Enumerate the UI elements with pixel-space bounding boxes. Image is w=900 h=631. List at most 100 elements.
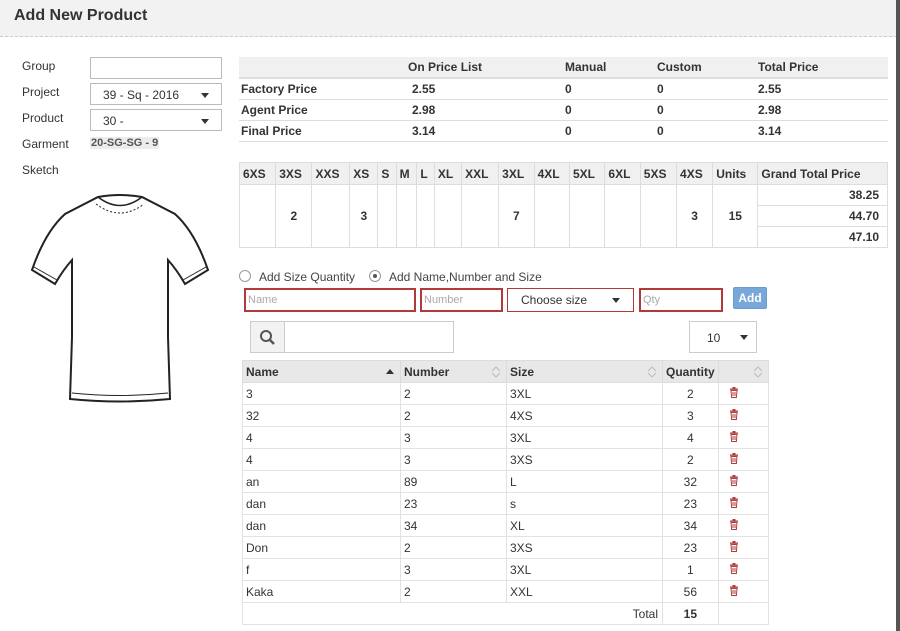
price-header-row: On Price List Manual Custom Total Price bbox=[239, 57, 888, 79]
size-header: XXS bbox=[311, 162, 351, 185]
name-cell: 4 bbox=[242, 426, 401, 449]
name-cell: Kaka bbox=[242, 580, 401, 603]
sort-icon bbox=[754, 366, 762, 378]
table-row: dan 23 s 23 bbox=[242, 492, 770, 515]
size-header: Units bbox=[712, 162, 759, 185]
column-header-label: Size bbox=[510, 364, 535, 379]
size-header: 3XS bbox=[275, 162, 313, 185]
price-cell: Agent Price bbox=[239, 99, 406, 121]
size-cell: 4XS bbox=[506, 404, 663, 427]
search-box[interactable] bbox=[250, 321, 454, 353]
size-qty-cell bbox=[395, 184, 418, 248]
quantity-cell: 32 bbox=[662, 470, 719, 493]
actions-cell bbox=[717, 514, 770, 537]
size-header: M bbox=[395, 162, 418, 185]
add-size-quantity-radio[interactable] bbox=[239, 270, 251, 282]
size-header: XL bbox=[433, 162, 463, 185]
table-row: an 89 L 32 bbox=[242, 470, 770, 493]
size-qty-cell: 15 bbox=[712, 184, 759, 248]
add-name-number-size-label[interactable]: Add Name,Number and Size bbox=[389, 270, 542, 284]
trash-icon[interactable] bbox=[729, 496, 739, 511]
trash-icon[interactable] bbox=[729, 430, 739, 445]
product-select[interactable]: 30 - bbox=[90, 109, 222, 131]
project-select[interactable]: 39 - Sq - 2016 bbox=[90, 83, 222, 105]
price-cell: 0 bbox=[563, 99, 655, 121]
size-cell: 3XL bbox=[506, 382, 663, 405]
size-header: 6XL bbox=[604, 162, 641, 185]
column-header-quantity[interactable]: Quantity bbox=[662, 360, 719, 383]
sort-asc-icon bbox=[386, 369, 394, 374]
size-qty-cell bbox=[433, 184, 463, 248]
trash-icon[interactable] bbox=[729, 386, 739, 401]
price-cell: 2.55 bbox=[756, 78, 888, 100]
trash-icon[interactable] bbox=[729, 408, 739, 423]
quantity-cell: 34 bbox=[662, 514, 719, 537]
size-header: 6XS bbox=[238, 162, 277, 185]
size-qty-cell bbox=[377, 184, 397, 248]
group-input[interactable] bbox=[90, 57, 222, 79]
total-row: Total 15 bbox=[242, 602, 770, 625]
size-header: 5XL bbox=[568, 162, 606, 185]
column-header-size[interactable]: Size bbox=[506, 360, 663, 383]
trash-icon[interactable] bbox=[729, 540, 739, 555]
product-value: 30 - bbox=[103, 114, 124, 128]
column-header-label: Name bbox=[246, 364, 279, 379]
table-row: 4 3 3XS 2 bbox=[242, 448, 770, 471]
actions-cell bbox=[717, 536, 770, 559]
size-select[interactable]: Choose size bbox=[507, 288, 634, 312]
size-qty-cell bbox=[639, 184, 678, 248]
sizes-table: 6XS 3XS XXS XS S M L XL XXL 3XL 4XL 5XL 6XL 5XS 4XS Uni… bbox=[238, 162, 888, 248]
project-label: Project bbox=[22, 85, 60, 99]
size-header: 4XL bbox=[533, 162, 570, 185]
price-header: Total Price bbox=[756, 57, 888, 79]
scrollbar[interactable] bbox=[896, 0, 900, 631]
number-cell: 3 bbox=[400, 558, 507, 581]
number-cell: 23 bbox=[400, 492, 507, 515]
garment-label: Garment bbox=[22, 137, 69, 151]
size-cell: 3XS bbox=[506, 536, 663, 559]
table-row: 32 2 4XS 3 bbox=[242, 404, 770, 427]
trash-icon[interactable] bbox=[729, 518, 739, 533]
add-button[interactable]: Add bbox=[733, 287, 767, 309]
trash-icon[interactable] bbox=[729, 584, 739, 599]
price-cell: 0 bbox=[563, 78, 655, 100]
add-name-number-size-radio[interactable] bbox=[369, 270, 381, 282]
trash-icon[interactable] bbox=[729, 562, 739, 577]
size-cell: 3XL bbox=[506, 426, 663, 449]
trash-icon[interactable] bbox=[729, 452, 739, 467]
sizes-header-row: 6XS 3XS XXS XS S M L XL XXL 3XL 4XL 5XL 6XL 5XS 4XS Uni… bbox=[238, 162, 888, 185]
table-row: f 3 3XL 1 bbox=[242, 558, 770, 581]
search-button[interactable] bbox=[251, 322, 285, 352]
search-icon bbox=[260, 330, 275, 345]
dialog-title: Add New Product bbox=[14, 7, 148, 24]
price-cell: 3.14 bbox=[756, 120, 888, 142]
number-cell: 3 bbox=[400, 426, 507, 449]
number-cell: 2 bbox=[400, 404, 507, 427]
name-input[interactable]: Name bbox=[244, 288, 416, 312]
actions-cell bbox=[717, 580, 770, 603]
page-size-select[interactable]: 10 bbox=[689, 321, 757, 353]
price-header: Manual bbox=[563, 57, 655, 79]
size-cell: L bbox=[506, 470, 663, 493]
caret-down-icon bbox=[740, 335, 748, 340]
size-qty-cell bbox=[311, 184, 351, 248]
grand-total-cell: 44.70 bbox=[757, 205, 888, 227]
caret-down-icon bbox=[612, 298, 620, 303]
column-header-name[interactable]: Name bbox=[242, 360, 401, 383]
trash-icon[interactable] bbox=[729, 474, 739, 489]
actions-cell bbox=[717, 382, 770, 405]
column-header-actions[interactable] bbox=[717, 360, 770, 383]
size-qty-cell bbox=[238, 184, 277, 248]
add-size-quantity-label[interactable]: Add Size Quantity bbox=[259, 270, 355, 284]
number-cell: 2 bbox=[400, 580, 507, 603]
total-empty-cell bbox=[717, 602, 770, 625]
price-row: Factory Price 2.55 0 0 2.55 bbox=[239, 78, 888, 100]
actions-cell bbox=[717, 426, 770, 449]
qty-input[interactable]: Qty bbox=[639, 288, 723, 312]
sizes-row: 2 3 7 3 15 38.25 bbox=[238, 184, 888, 248]
column-header-number[interactable]: Number bbox=[400, 360, 507, 383]
column-header-label: Number bbox=[404, 364, 450, 379]
total-value: 15 bbox=[662, 602, 719, 625]
actions-cell bbox=[717, 404, 770, 427]
number-input[interactable]: Number bbox=[420, 288, 503, 312]
